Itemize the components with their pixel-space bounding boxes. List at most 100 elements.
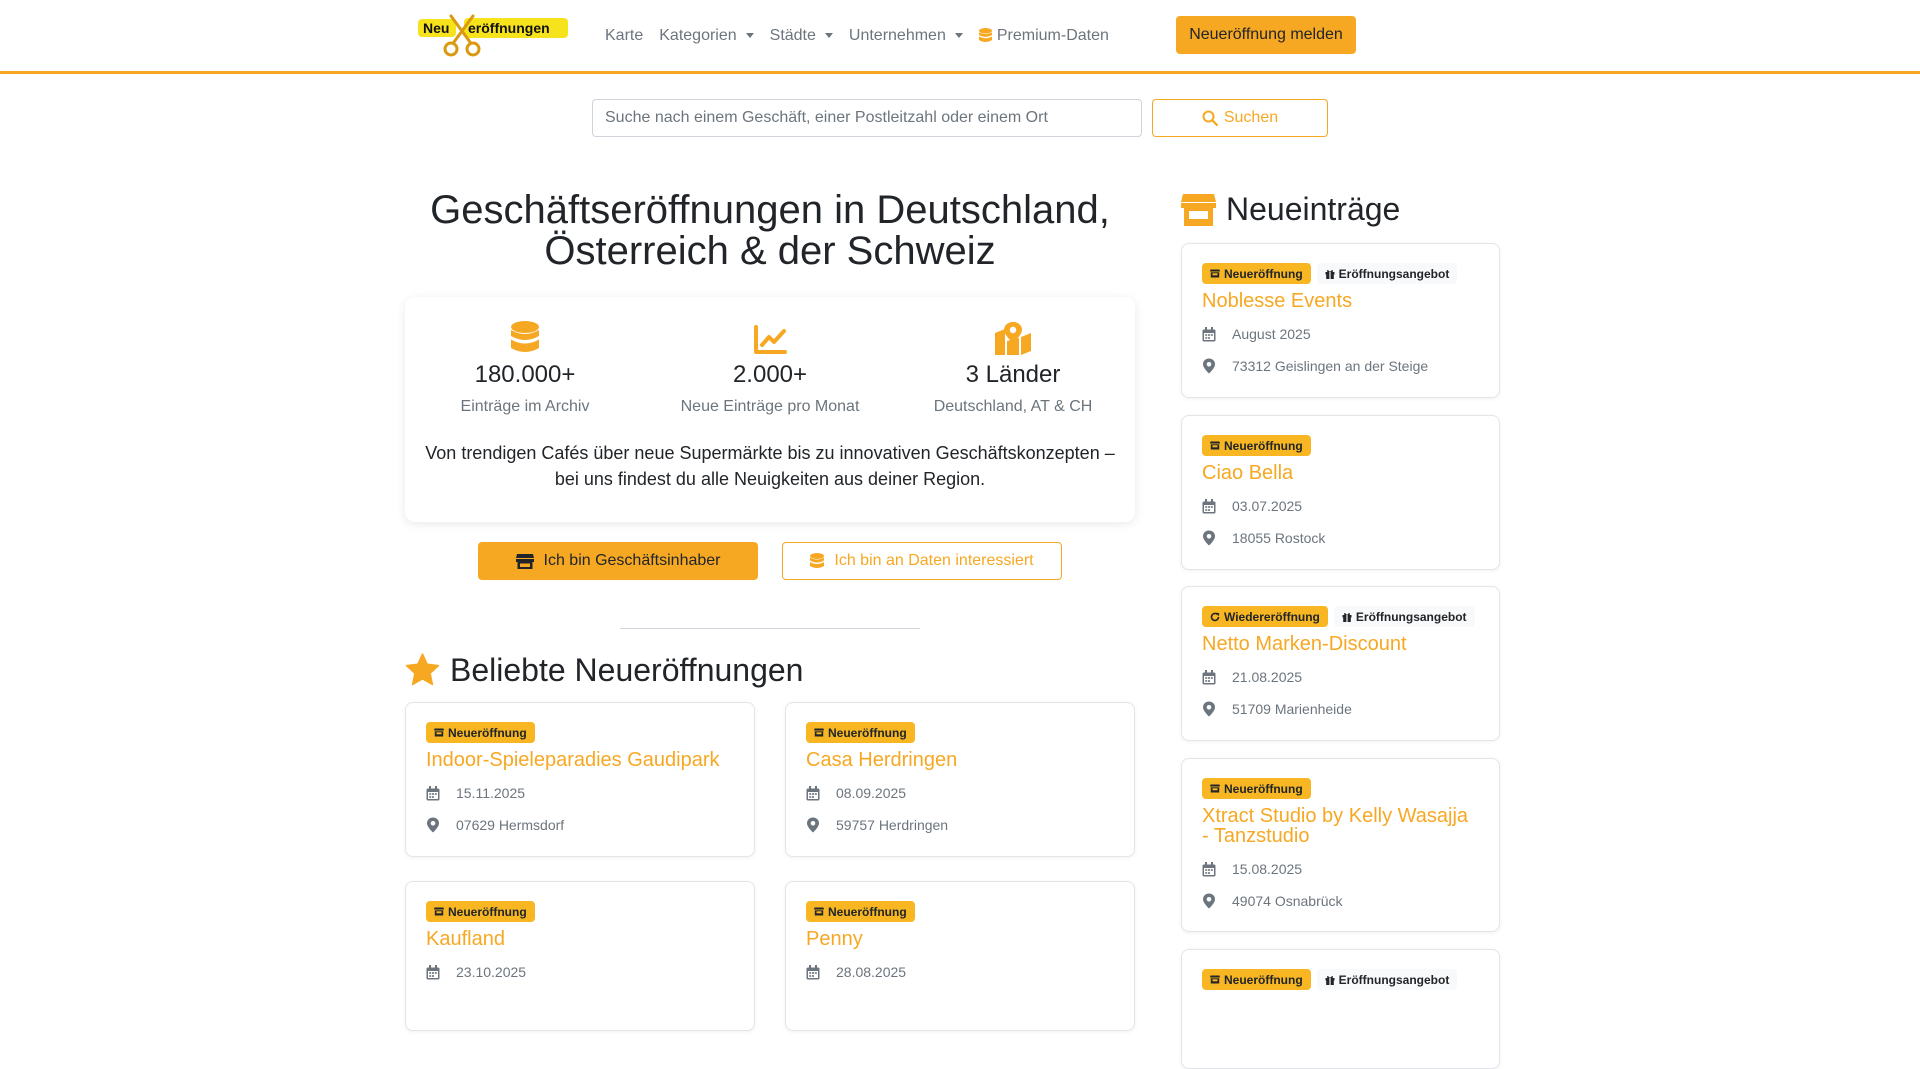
location-pin-icon <box>1203 701 1215 717</box>
card-title[interactable]: Netto Marken-Discount <box>1202 634 1479 654</box>
card-date-text: 23.10.2025 <box>456 964 527 980</box>
card-title[interactable]: Xtract Studio by Kelly Wasajja - Tanzstu… <box>1202 806 1479 846</box>
page-title: Geschäftseröffnungen in Deutschland, Öst… <box>405 190 1135 272</box>
search-button-label: Suchen <box>1223 109 1279 126</box>
badge-label: Neueröffnung <box>448 904 527 919</box>
stat-archive: 180.000+ Einträge im Archiv <box>405 319 645 416</box>
popular-card[interactable]: Neueröffnung Casa Herdringen 08.09.2025 … <box>785 702 1135 857</box>
card-title[interactable]: Kaufland <box>426 929 734 949</box>
page-title-line1: Geschäftseröffnungen in Deutschland, <box>430 188 1110 232</box>
nav-item-label: Städte <box>769 26 816 44</box>
nav-item-label: Unternehmen <box>848 26 946 44</box>
calendar-icon <box>426 964 440 979</box>
badge-label: Eröffnungsangebot <box>1338 972 1450 987</box>
hero-description: Von trendigen Cafés über neue Supermärkt… <box>425 443 1115 489</box>
database-icon <box>511 321 539 352</box>
stat-countries: 3 Länder Deutschland, AT & CH <box>893 319 1133 416</box>
caret-down-icon <box>824 33 833 38</box>
popular-card[interactable]: Neueröffnung Kaufland 23.10.2025 <box>405 881 755 1031</box>
card-title[interactable]: Ciao Bella <box>1202 463 1479 483</box>
card-location-text: 18055 Rostock <box>1232 530 1326 546</box>
gift-icon <box>1325 975 1335 985</box>
nav-item-premium-daten[interactable]: Premium-Daten <box>978 26 1109 45</box>
stat-label: Einträge im Archiv <box>460 398 590 415</box>
badge-label: Neueröffnung <box>448 725 527 740</box>
location-pin-icon <box>1203 530 1215 546</box>
nav-item-kategorien[interactable]: Kategorien <box>659 27 754 45</box>
recent-card[interactable]: Neueröffnung Eröffnungsangebot <box>1181 949 1500 1069</box>
store-icon <box>1210 441 1220 450</box>
stat-value: 3 Länder <box>965 361 1061 388</box>
nav-item-staedte[interactable]: Städte <box>770 27 833 45</box>
card-location: 59757 Herdringen <box>806 815 1114 835</box>
location-pin-icon <box>807 817 819 833</box>
card-date-text: August 2025 <box>1232 326 1311 342</box>
stat-label: Deutschland, AT & CH <box>933 398 1093 415</box>
badge-neueroeffnung: Neueröffnung <box>1202 969 1311 990</box>
calendar-icon <box>426 785 440 800</box>
store-icon <box>434 728 444 737</box>
badge-neueroeffnung: Neueröffnung <box>806 722 915 743</box>
store-icon <box>515 554 534 569</box>
card-title[interactable]: Penny <box>806 929 1114 949</box>
badge-wiedereroeffnung: Wiedereröffnung <box>1202 606 1328 627</box>
card-date: 08.09.2025 <box>806 783 1114 803</box>
site-logo[interactable]: Neu eröffnungen <box>418 12 568 60</box>
card-date: 15.08.2025 <box>1202 859 1479 879</box>
nav-item-label: Premium-Daten <box>996 26 1109 44</box>
redo-icon <box>1210 612 1220 621</box>
logo-text-neu: Neu <box>423 20 450 36</box>
calendar-icon <box>806 964 820 979</box>
popular-card[interactable]: Neueröffnung Indoor-Spieleparadies Gaudi… <box>405 702 755 857</box>
nav-item-karte[interactable]: Karte <box>605 27 643 45</box>
badge-neueroeffnung: Neueröffnung <box>1202 263 1311 284</box>
stat-value: 180.000+ <box>474 361 576 388</box>
badge-eroeffnungsangebot: Eröffnungsangebot <box>1333 606 1475 627</box>
recent-card[interactable]: Neueröffnung Ciao Bella 03.07.2025 18055… <box>1181 415 1500 570</box>
recent-card[interactable]: Wiedereröffnung Eröffnungsangebot Netto … <box>1181 586 1500 741</box>
recent-section-title: Neueinträge <box>1181 190 1400 228</box>
card-location: 49074 Osnabrück <box>1202 891 1479 911</box>
card-date: 21.08.2025 <box>1202 667 1479 687</box>
card-date-text: 03.07.2025 <box>1232 498 1303 514</box>
card-date: 15.11.2025 <box>426 783 734 803</box>
card-date: 03.07.2025 <box>1202 496 1479 516</box>
store-icon <box>814 728 824 737</box>
data-interest-button[interactable]: Ich bin an Daten interessiert <box>782 542 1062 580</box>
card-title[interactable]: Indoor-Spieleparadies Gaudipark <box>426 750 734 770</box>
card-location-text: 73312 Geislingen an der Steige <box>1232 358 1429 374</box>
badge-label: Neueröffnung <box>828 904 907 919</box>
search-button[interactable]: Suchen <box>1152 99 1328 137</box>
navbar: Neu eröffnungen Karte Kategorien Städte … <box>0 0 1920 74</box>
database-icon <box>810 553 825 568</box>
report-opening-button[interactable]: Neueröffnung melden <box>1176 16 1356 54</box>
badge-label: Wiedereröffnung <box>1224 609 1320 624</box>
card-title[interactable]: Noblesse Events <box>1202 291 1479 311</box>
card-date-text: 15.11.2025 <box>456 785 526 801</box>
caret-down-icon <box>954 33 963 38</box>
calendar-icon <box>806 785 820 800</box>
card-location-text: 07629 Hermsdorf <box>456 817 565 833</box>
card-date: August 2025 <box>1202 324 1479 344</box>
location-pin-icon <box>427 817 439 833</box>
badge-eroeffnungsangebot: Eröffnungsangebot <box>1316 263 1458 284</box>
business-owner-button[interactable]: Ich bin Geschäftsinhaber <box>478 542 758 580</box>
badge-neueroeffnung: Neueröffnung <box>806 901 915 922</box>
nav-item-unternehmen[interactable]: Unternehmen <box>849 27 963 45</box>
stats-card: 180.000+ Einträge im Archiv 2.000+ Neue … <box>405 297 1135 522</box>
card-location-text: 51709 Marienheide <box>1232 701 1352 717</box>
search-input[interactable] <box>592 99 1142 137</box>
card-title-line1: Xtract Studio by Kelly Wasajja <box>1202 805 1469 827</box>
card-title-line2: - Tanzstudio <box>1202 825 1310 847</box>
map-icon <box>995 322 1031 355</box>
badge-label: Neueröffnung <box>1224 972 1303 987</box>
nav-item-label: Karte <box>605 26 644 44</box>
card-title[interactable]: Casa Herdringen <box>806 750 1114 770</box>
card-location-text: 49074 Osnabrück <box>1232 893 1343 909</box>
recent-card[interactable]: Neueröffnung Eröffnungsangebot Noblesse … <box>1181 243 1500 398</box>
card-date-text: 15.08.2025 <box>1232 861 1303 877</box>
recent-card[interactable]: Neueröffnung Xtract Studio by Kelly Wasa… <box>1181 758 1500 932</box>
database-icon <box>978 28 992 42</box>
popular-section-title: Beliebte Neueröffnungen <box>405 651 803 689</box>
popular-card[interactable]: Neueröffnung Penny 28.08.2025 <box>785 881 1135 1031</box>
